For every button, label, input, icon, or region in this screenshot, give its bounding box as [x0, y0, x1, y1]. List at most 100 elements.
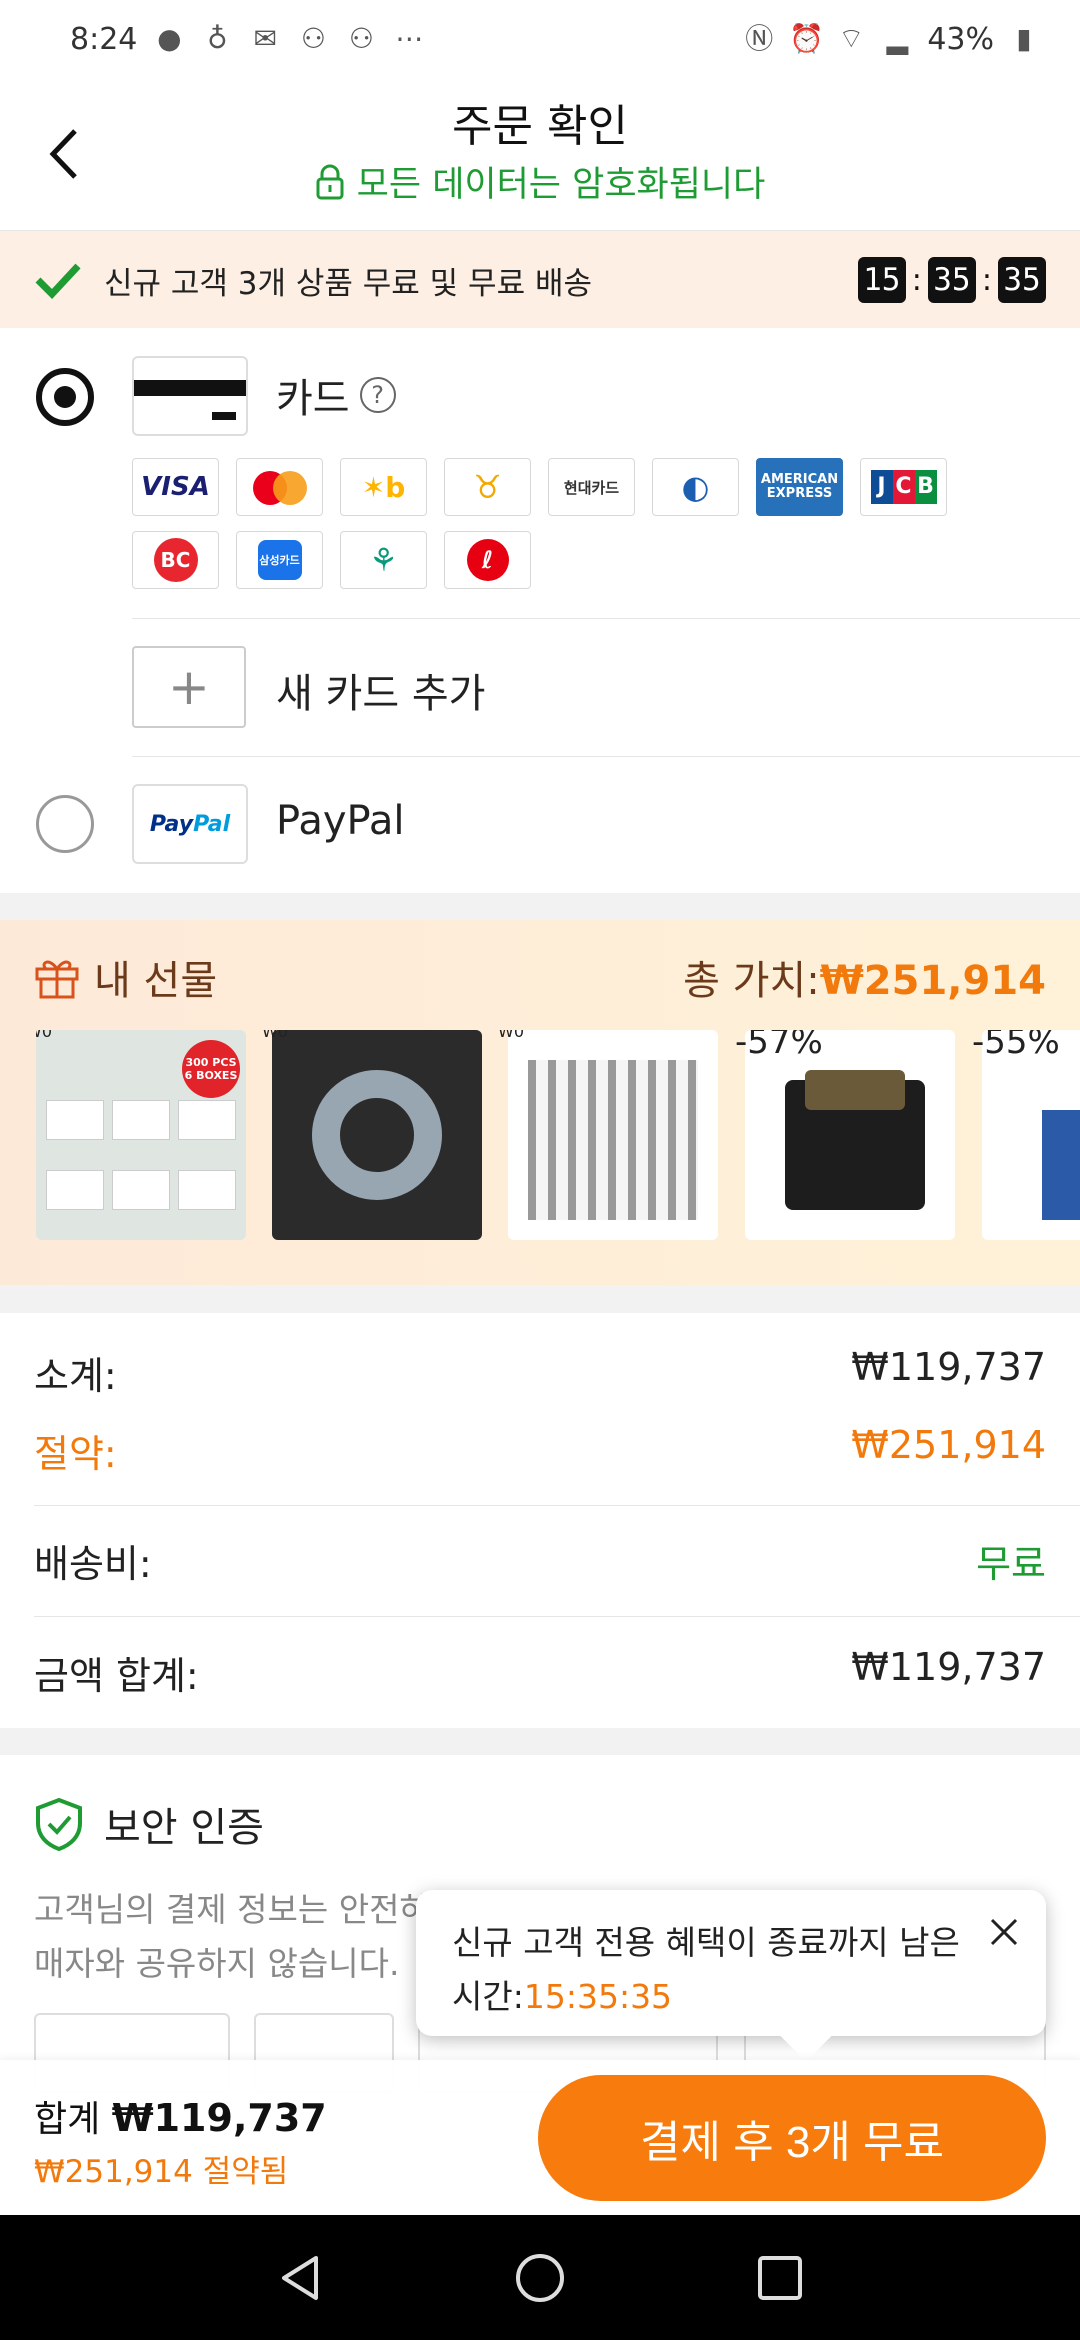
gifts-section: 내 선물 총 가치:₩251,914 300 PCS 6 BOXES 0 ₩0 …	[0, 920, 1080, 1285]
bottom-saved: ₩251,914 절약됨	[34, 2154, 289, 2190]
paypal-logo-icon: Pay Pal	[132, 784, 248, 864]
security-title-text: 보안 인증	[104, 1805, 264, 1851]
savings-label: 절약:	[34, 1432, 117, 1476]
paypal-radio[interactable]	[36, 795, 94, 853]
bottom-total: 합계 ₩119,737	[34, 2090, 327, 2142]
secure-notice: 모든 데이터는 암호화됩니다	[0, 156, 1080, 207]
amex-logo-icon: AMERICAN EXPRESS	[756, 458, 843, 516]
help-icon[interactable]: ?	[359, 377, 396, 413]
status-time: 8:24	[70, 21, 138, 57]
shipping-row: 배송비: 무료	[34, 1533, 1046, 1588]
shinhan-card-logo-icon: ◐	[652, 458, 739, 516]
promo-text: 신규 고객 3개 상품 무료 및 무료 배송	[104, 265, 592, 302]
system-nav-bar	[0, 2215, 1080, 2340]
gifts-total-value: ₩251,914	[819, 958, 1046, 1004]
savings-row: 절약: ₩251,914	[34, 1423, 1046, 1478]
page-title: 주문 확인	[452, 101, 628, 152]
shield-check-icon	[36, 1797, 82, 1851]
subtotal-label: 소계:	[34, 1354, 117, 1398]
talk-notification-icon: ●	[157, 22, 182, 55]
gift-tag: 300 PCS 6 BOXES	[182, 1040, 240, 1098]
grand-total-label: 금액 합계:	[34, 1654, 199, 1698]
expiry-tooltip: 신규 고객 전용 혜택이 종료까지 남은 시간:15:35:35	[416, 1890, 1046, 2062]
subtotal-row: 소계: ₩119,737	[34, 1345, 1046, 1400]
gift-badge: ₩0	[36, 1030, 52, 1041]
gift-badge: ₩0	[262, 1030, 288, 1041]
notification-icon: ♁	[207, 22, 228, 55]
credit-card-icon	[132, 356, 248, 436]
bc-card-logo-icon: BC	[132, 531, 219, 589]
savings-value: ₩251,914	[851, 1423, 1046, 1467]
battery-icon: ▮	[1016, 22, 1032, 55]
alarm-icon: ⏰	[789, 22, 825, 55]
jcb-logo-icon: JCB	[860, 458, 947, 516]
more-notifications-icon: ⋯	[395, 22, 424, 55]
plus-icon: +	[168, 658, 210, 716]
checkout-bar: 합계 ₩119,737 ₩251,914 절약됨 결제 후 3개 무료	[0, 2060, 1080, 2215]
add-card-button[interactable]: +	[132, 646, 246, 728]
card-radio[interactable]	[36, 368, 94, 426]
home-circle-icon[interactable]	[512, 2250, 568, 2306]
payment-methods: 카드 ? VISA ✶b ♉ 현대카드 ◐ AMERICAN EXPRESS J…	[0, 328, 1080, 893]
paypal-label[interactable]: PayPal	[276, 798, 404, 844]
grand-total-row: 금액 합계: ₩119,737	[34, 1645, 1046, 1700]
visa-logo-icon: VISA	[132, 458, 219, 516]
shipping-label: 배송비:	[34, 1542, 152, 1586]
bottom-total-label: 합계	[34, 2099, 101, 2140]
hana-card-logo-icon: ⚘	[340, 531, 427, 589]
gift-icon	[35, 960, 79, 999]
bottom-total-value: ₩119,737	[111, 2096, 327, 2140]
pay-button[interactable]: 결제 후 3개 무료	[538, 2075, 1046, 2201]
gift-item[interactable]: 300 PCS 6 BOXES	[36, 1030, 246, 1240]
back-triangle-icon[interactable]	[272, 2250, 328, 2306]
shipping-value: 무료	[976, 1542, 1046, 1586]
card-brands: VISA ✶b ♉ 현대카드 ◐ AMERICAN EXPRESS JCB BC…	[132, 458, 982, 589]
subtotal-value: ₩119,737	[851, 1345, 1046, 1389]
samsung-card-logo-icon: 삼성카드	[236, 531, 323, 589]
gift-badge: -55%	[972, 1030, 1060, 1062]
hyundai-card-logo-icon: 현대카드	[548, 458, 635, 516]
person-add-icon: ⚇	[300, 22, 326, 55]
security-title: 보안 인증	[34, 1795, 264, 1853]
close-icon[interactable]	[984, 1912, 1024, 1952]
mail-icon: ✉	[253, 22, 278, 55]
tooltip-time: 15:35:35	[523, 1977, 673, 2016]
gifts-total: 총 가치:₩251,914	[683, 948, 1046, 1006]
recents-square-icon[interactable]	[752, 2250, 808, 2306]
wifi-icon: ⌔	[838, 22, 865, 55]
kb-card-logo-icon: ✶b	[340, 458, 427, 516]
gift-item[interactable]	[272, 1030, 482, 1240]
timer-seconds: 35	[998, 257, 1046, 303]
status-bar: 8:24 ● ♁ ✉ ⚇ ⚇ ⋯ Ⓝ ⏰ ⌔ ▂ 43% ▮	[0, 0, 1080, 78]
lotte-card-logo-icon: ℓ	[444, 531, 531, 589]
header: 주문 확인 모든 데이터는 암호화됩니다	[0, 78, 1080, 231]
gift-item[interactable]	[508, 1030, 718, 1240]
nh-card-logo-icon: ♉	[444, 458, 531, 516]
gift-badge: -57%	[735, 1030, 823, 1062]
mastercard-logo-icon	[236, 458, 323, 516]
add-card-label[interactable]: 새 카드 추가	[276, 661, 485, 719]
divider	[34, 1616, 1080, 1617]
timer-hours: 15	[857, 257, 906, 303]
gift-badge: ₩0	[498, 1030, 524, 1041]
grand-total-value: ₩119,737	[851, 1645, 1046, 1689]
battery-percent: 43%	[927, 21, 994, 57]
promo-banner: 신규 고객 3개 상품 무료 및 무료 배송 15 : 35 : 35	[0, 232, 1080, 328]
divider	[34, 1505, 1080, 1506]
signal-icon: ▂	[886, 22, 909, 55]
timer-minutes: 35	[927, 257, 976, 303]
person-add-icon-2: ⚇	[348, 22, 374, 55]
gifts-title: 내 선물	[34, 948, 217, 1006]
gifts-total-label: 총 가치:	[683, 958, 820, 1004]
nfc-icon: Ⓝ	[745, 22, 774, 55]
order-totals: 소계: ₩119,737 절약: ₩251,914 배송비: 무료 금액 합계:…	[0, 1313, 1080, 1728]
gifts-title-text: 내 선물	[94, 958, 218, 1004]
secure-text: 모든 데이터는 암호화됩니다	[356, 165, 766, 205]
gift-list[interactable]: 300 PCS 6 BOXES ₩0 ₩0 ₩0 -57% -55%	[36, 1030, 1080, 1242]
card-label: 카드	[276, 376, 350, 422]
divider	[132, 618, 1080, 619]
countdown-timer: 15 : 35 : 35	[857, 257, 1046, 303]
lock-icon	[316, 164, 344, 199]
checkmark-icon	[35, 263, 81, 300]
card-option[interactable]: 카드 ?	[276, 366, 396, 424]
